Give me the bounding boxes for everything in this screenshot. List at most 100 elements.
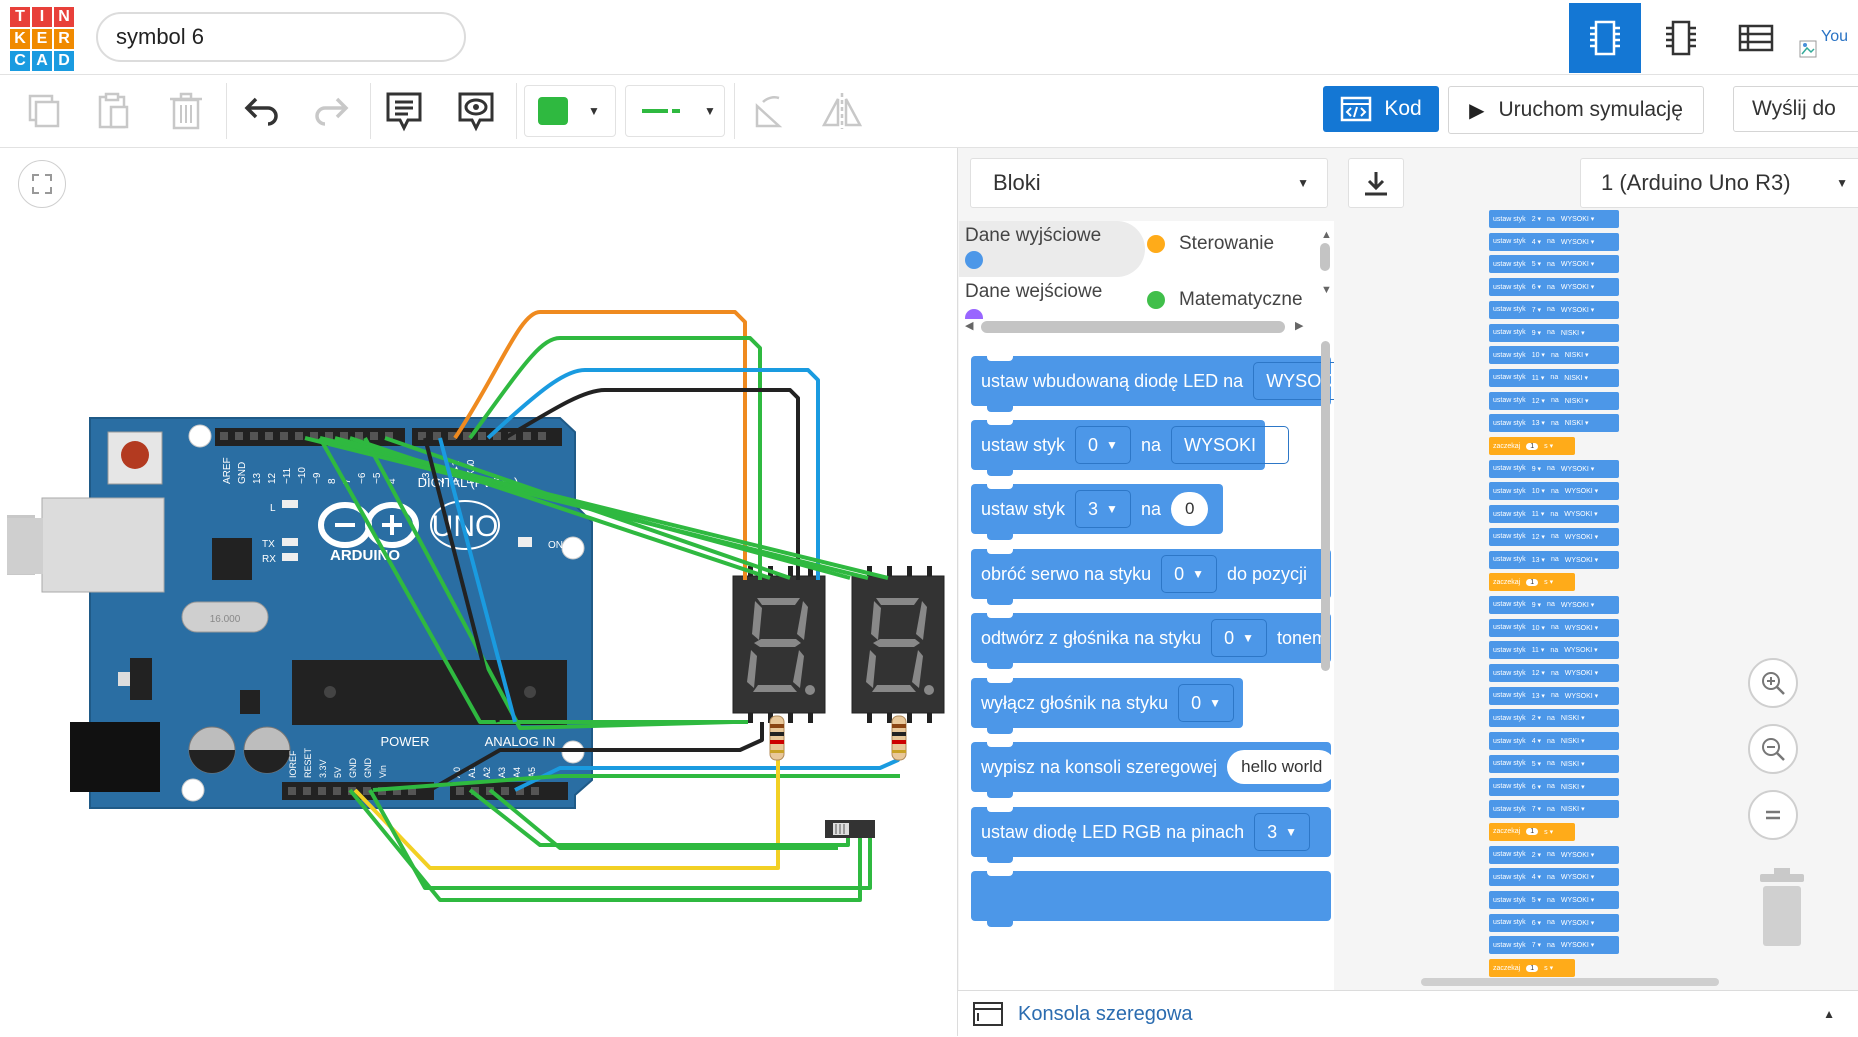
block-pin-dropdown[interactable]: 0 ▼ <box>1075 426 1131 464</box>
program-block-set-pin[interactable]: ustaw styk 12 ▾ na WYSOKI ▾ <box>1489 664 1619 682</box>
program-block-set-pin[interactable]: ustaw styk 9 ▾ na WYSOKI ▾ <box>1489 459 1619 478</box>
block-pin-dropdown[interactable]: 0 ▼ <box>1178 684 1234 722</box>
category-scrollbar[interactable] <box>1320 243 1330 271</box>
program-block-set-pin[interactable]: ustaw styk 13 ▾ na WYSOKI ▾ <box>1489 550 1619 569</box>
user-avatar[interactable]: You <box>1797 26 1858 66</box>
program-block-set-pin[interactable]: ustaw styk 6 ▾ na WYSOKI ▾ <box>1489 278 1619 297</box>
block-rotate-servo[interactable]: obróć serwo na styku 0 ▼ do pozycji <box>971 548 1331 605</box>
program-block-wait[interactable]: zaczekaj 1 s ▾ <box>1489 437 1575 455</box>
program-block-set-pin[interactable]: ustaw styk 12 ▾ na NISKI ▾ <box>1489 391 1619 410</box>
circuit-canvas[interactable]: 16.000 ARDUINO UNO DIGITAL (PWM~) POWER … <box>0 148 957 1036</box>
block-serial-print[interactable]: wypisz na konsoli szeregowej hello world <box>971 741 1334 798</box>
flip-button[interactable] <box>816 85 868 137</box>
program-block-set-pin[interactable]: ustaw styk 10 ▾ na NISKI ▾ <box>1489 346 1619 365</box>
category-control[interactable]: Sterowanie <box>1147 221 1327 277</box>
block-set-builtin-led[interactable]: ustaw wbudowaną diodę LED na WYSOKI <box>971 355 1334 412</box>
wire-type-picker[interactable]: ▼ <box>625 85 725 137</box>
resistor[interactable] <box>891 715 907 761</box>
block-text-input[interactable]: hello world <box>1227 750 1334 784</box>
program-block-set-pin[interactable]: ustaw styk 7 ▾ na NISKI ▾ <box>1489 800 1619 819</box>
trash-can-icon[interactable] <box>1754 866 1810 948</box>
palette-scrollbar[interactable] <box>1321 341 1330 671</box>
program-block-set-pin[interactable]: ustaw styk 13 ▾ na NISKI ▾ <box>1489 414 1619 433</box>
paste-icon <box>98 92 129 129</box>
program-block-set-pin[interactable]: ustaw styk 11 ▾ na WYSOKI ▾ <box>1489 641 1619 660</box>
chevron-right-icon[interactable]: ▶ <box>1295 319 1303 332</box>
category-horizontal-scrollbar[interactable] <box>981 321 1285 333</box>
block-play-speaker[interactable]: odtwórz z głośnika na styku 0 ▼ tonem <box>971 612 1331 669</box>
program-block-set-pin[interactable]: ustaw styk 9 ▾ na NISKI ▾ <box>1489 323 1619 342</box>
chevron-up-icon[interactable]: ▲ <box>1321 229 1332 241</box>
block-pin-dropdown[interactable]: 3 ▼ <box>1075 490 1131 528</box>
block-pin-dropdown[interactable]: 0 ▼ <box>1161 555 1217 593</box>
program-block-set-pin[interactable]: ustaw styk 5 ▾ na NISKI ▾ <box>1489 754 1619 773</box>
zoom-in-button[interactable] <box>1748 658 1798 708</box>
block-value-dropdown[interactable]: WYSOKI ▼ <box>1170 426 1289 464</box>
notes-button[interactable] <box>378 85 430 137</box>
delete-button[interactable] <box>160 85 212 137</box>
program-block-set-pin[interactable]: ustaw styk 7 ▾ na WYSOKI ▾ <box>1489 936 1619 955</box>
undo-button[interactable] <box>235 85 287 137</box>
toggle-notes-visibility-button[interactable] <box>450 85 502 137</box>
program-block-set-pin[interactable]: ustaw styk 7 ▾ na WYSOKI ▾ <box>1489 300 1619 319</box>
paste-button[interactable] <box>88 85 140 137</box>
program-block-set-pin[interactable]: ustaw styk 13 ▾ na WYSOKI ▾ <box>1489 686 1619 705</box>
block-stop-speaker[interactable]: wyłącz głośnik na styku 0 ▼ <box>971 677 1243 734</box>
zoom-reset-button[interactable] <box>1748 790 1798 840</box>
program-block-set-pin[interactable]: ustaw styk 9 ▾ na WYSOKI ▾ <box>1489 595 1619 614</box>
program-block-set-pin[interactable]: ustaw styk 11 ▾ na NISKI ▾ <box>1489 368 1619 387</box>
seven-segment-display[interactable] <box>851 566 945 723</box>
zoom-out-button[interactable] <box>1748 724 1798 774</box>
program-block-set-pin[interactable]: ustaw styk 2 ▾ na NISKI ▾ <box>1489 709 1619 728</box>
program-block-set-pin[interactable]: ustaw styk 5 ▾ na WYSOKI ▾ <box>1489 255 1619 274</box>
tinkercad-logo[interactable]: TIN KER CAD <box>10 7 76 73</box>
code-workspace[interactable]: ustaw styk 2 ▾ na WYSOKI ▾ ustaw styk 4 ▾ na WY… <box>1336 208 1858 1026</box>
program-block-set-pin[interactable]: ustaw styk 6 ▾ na NISKI ▾ <box>1489 777 1619 796</box>
resistor[interactable] <box>769 715 785 761</box>
workspace-horizontal-scrollbar[interactable] <box>1421 978 1719 986</box>
copy-button[interactable] <box>17 85 69 137</box>
program-block-set-pin[interactable]: ustaw styk 10 ▾ na WYSOKI ▾ <box>1489 618 1619 637</box>
program-block-set-pin[interactable]: ustaw styk 2 ▾ na WYSOKI ▾ <box>1489 845 1619 864</box>
program-block-set-pin[interactable]: ustaw styk 6 ▾ na WYSOKI ▾ <box>1489 913 1619 932</box>
redo-button[interactable] <box>306 85 358 137</box>
project-title-input[interactable]: symbol 6 <box>96 12 466 62</box>
component-list-button[interactable] <box>1720 3 1792 73</box>
color-picker[interactable]: ▼ <box>524 85 616 137</box>
circuit-view-button[interactable] <box>1569 3 1641 73</box>
program-block-wait[interactable]: zaczekaj 1 s ▾ <box>1489 573 1575 592</box>
start-simulation-button[interactable]: ▶ Uruchom symulację <box>1448 86 1704 134</box>
block-partial[interactable] <box>971 870 1331 927</box>
category-output[interactable]: Dane wyjściowe <box>959 221 1145 277</box>
program-block-set-pin[interactable]: ustaw styk 10 ▾ na WYSOKI ▾ <box>1489 482 1619 501</box>
program-block-set-pin[interactable]: ustaw styk 2 ▾ na WYSOKI ▾ <box>1489 210 1619 228</box>
code-mode-select[interactable]: Bloki ▼ <box>970 158 1328 208</box>
chevron-left-icon[interactable]: ◀ <box>965 319 973 332</box>
chevron-down-icon[interactable]: ▼ <box>1321 284 1332 296</box>
device-select[interactable]: 1 (Arduino Uno R3) ▼ <box>1580 158 1858 208</box>
block-pin-dropdown[interactable]: 3 ▼ <box>1254 813 1311 851</box>
category-input[interactable]: Dane wejściowe <box>959 277 1145 319</box>
category-math[interactable]: Matematyczne <box>1147 277 1319 319</box>
block-set-pin-analog[interactable]: ustaw styk 3 ▼ na 0 <box>971 483 1223 540</box>
schematic-view-button[interactable] <box>1645 3 1717 73</box>
block-pin-dropdown[interactable]: 0 ▼ <box>1211 619 1268 657</box>
block-value-input[interactable]: 0 <box>1170 492 1209 526</box>
program-block-set-pin[interactable]: ustaw styk 12 ▾ na WYSOKI ▾ <box>1489 527 1619 546</box>
block-set-pin[interactable]: ustaw styk 0 ▼ na WYSOKI ▼ <box>971 419 1289 476</box>
program-block-set-pin[interactable]: ustaw styk 4 ▾ na WYSOKI ▾ <box>1489 232 1619 251</box>
program-block-set-pin[interactable]: ustaw styk 11 ▾ na WYSOKI ▾ <box>1489 505 1619 524</box>
download-code-button[interactable] <box>1348 158 1404 208</box>
serial-console-bar[interactable]: Konsola szeregowa ▲ <box>958 990 1858 1037</box>
program-block-set-pin[interactable]: ustaw styk 4 ▾ na NISKI ▾ <box>1489 732 1619 751</box>
rotate-button[interactable] <box>742 85 794 137</box>
code-button[interactable]: Kod <box>1323 86 1439 132</box>
program-block-wait[interactable]: zaczekaj 1 s ▾ <box>1489 959 1575 978</box>
send-to-button[interactable]: Wyślij do <box>1733 86 1858 132</box>
program-block-set-pin[interactable]: ustaw styk 4 ▾ na WYSOKI ▾ <box>1489 868 1619 887</box>
slide-switch[interactable] <box>825 820 875 838</box>
block-set-rgb-led[interactable]: ustaw diodę LED RGB na pinach 3 ▼ <box>971 806 1331 863</box>
program-block-set-pin[interactable]: ustaw styk 5 ▾ na WYSOKI ▾ <box>1489 891 1619 909</box>
seven-segment-display[interactable] <box>732 566 826 723</box>
program-block-wait[interactable]: zaczekaj 1 s ▾ <box>1489 822 1575 841</box>
